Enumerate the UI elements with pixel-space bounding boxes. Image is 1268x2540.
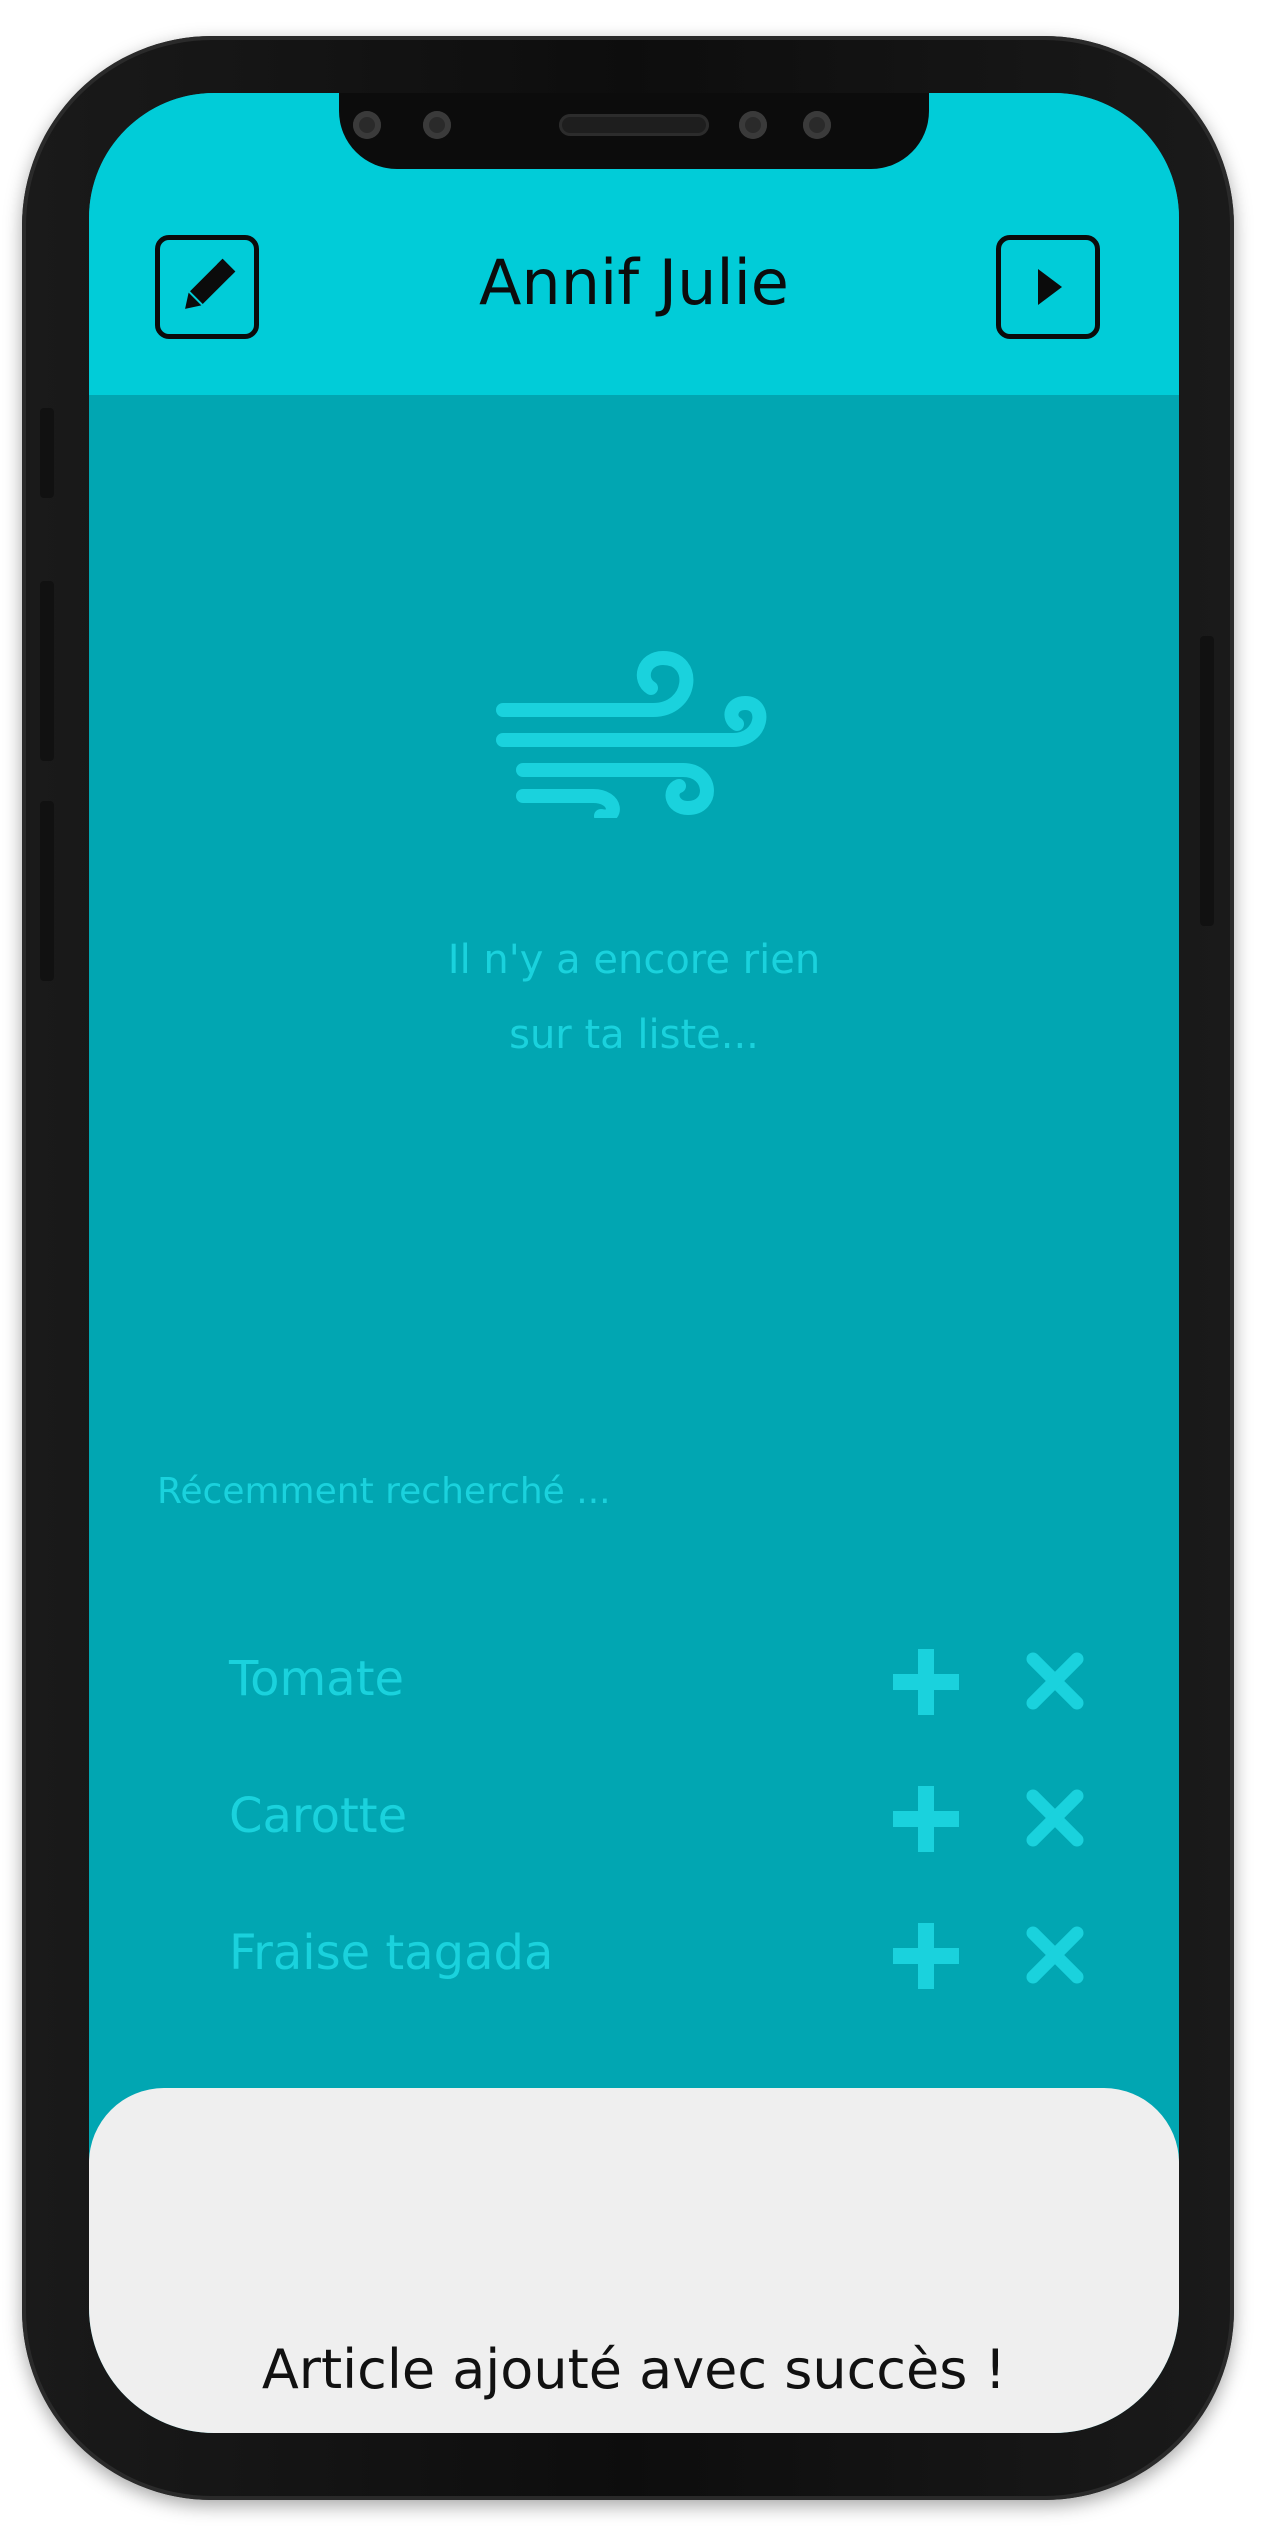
sensor-icon xyxy=(803,111,831,139)
close-icon[interactable] xyxy=(1025,1925,1085,1985)
wind-icon xyxy=(496,650,767,818)
empty-list-message: Il n'y a encore rien sur ta liste... xyxy=(284,923,984,1073)
recent-searches-label: Récemment recherché ... xyxy=(157,1471,611,1512)
close-icon[interactable] xyxy=(1025,1788,1085,1848)
power-button xyxy=(1200,636,1214,926)
play-arrow-icon xyxy=(1038,269,1062,305)
page-title: Annif Julie xyxy=(479,246,789,319)
close-icon[interactable] xyxy=(1025,1651,1085,1711)
pencil-icon xyxy=(185,258,236,309)
recent-item-name[interactable]: Tomate xyxy=(229,1651,404,1707)
plus-icon[interactable] xyxy=(893,1786,959,1852)
volume-down-button xyxy=(40,801,54,981)
camera-icon xyxy=(423,111,451,139)
success-toast: Article ajouté avec succès ! xyxy=(89,2088,1179,2433)
mute-switch xyxy=(40,408,54,498)
toast-message: Article ajouté avec succès ! xyxy=(261,2338,1007,2401)
list-item: Carotte xyxy=(89,1770,1179,1870)
list-item: Fraise tagada xyxy=(89,1907,1179,2007)
volume-up-button xyxy=(40,581,54,761)
sensor-icon xyxy=(353,111,381,139)
earpiece-speaker xyxy=(559,114,709,136)
app-screen: Annif Julie Il n'y a encore rien sur ta … xyxy=(89,93,1179,2433)
recent-item-name[interactable]: Carotte xyxy=(229,1788,407,1844)
empty-message-line-2: sur ta liste... xyxy=(509,1012,759,1058)
phone-notch xyxy=(339,93,929,169)
plus-icon[interactable] xyxy=(893,1923,959,1989)
plus-icon[interactable] xyxy=(893,1649,959,1715)
app-header: Annif Julie xyxy=(89,93,1179,395)
edit-button[interactable] xyxy=(155,235,259,339)
camera-icon xyxy=(739,111,767,139)
next-button[interactable] xyxy=(996,235,1100,339)
empty-message-line-1: Il n'y a encore rien xyxy=(447,937,821,983)
recent-item-name[interactable]: Fraise tagada xyxy=(229,1925,553,1981)
list-item: Tomate xyxy=(89,1633,1179,1733)
